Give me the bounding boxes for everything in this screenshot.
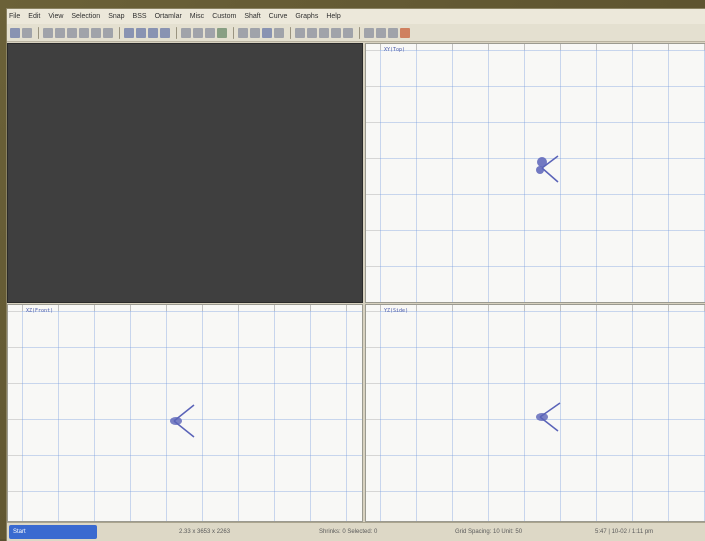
menu-edit[interactable]: Edit [28, 13, 40, 20]
texture-icon[interactable] [388, 27, 398, 38]
toolbar-separator [233, 26, 234, 39]
edge-icon[interactable] [136, 27, 146, 38]
menu-selection[interactable]: Selection [71, 13, 100, 20]
start-button[interactable]: Start [9, 525, 97, 539]
toolbar-separator [176, 26, 177, 39]
array-icon[interactable] [250, 27, 260, 38]
coordinates-readout: 2.33 x 3653 x 2263 [179, 529, 231, 535]
mirror-icon[interactable] [238, 27, 248, 38]
plane-icon[interactable] [331, 27, 341, 38]
toolbar-separator [359, 26, 360, 39]
app-window: File Edit View Selection Snap BSS Ortaml… [6, 8, 705, 541]
lock-icon[interactable] [217, 27, 227, 38]
grid-icon[interactable] [193, 27, 203, 38]
viewport-label: YZ(Side) [384, 308, 409, 314]
snap-icon[interactable] [181, 27, 191, 38]
render-icon[interactable] [364, 27, 374, 38]
axis-icon[interactable] [205, 27, 215, 38]
stop-icon[interactable] [400, 27, 410, 38]
selection-status: Shrinks: 0 Selected: 0 [319, 529, 378, 535]
scale-icon[interactable] [103, 27, 113, 38]
select-icon[interactable] [67, 27, 77, 38]
cone-icon[interactable] [343, 27, 353, 38]
viewport-top[interactable]: XY(Top) [365, 43, 705, 303]
toolbar-separator [119, 26, 120, 39]
viewport-front[interactable]: XZ(Front) [7, 304, 363, 522]
undo-icon[interactable] [43, 27, 53, 38]
cylinder-icon[interactable] [319, 27, 329, 38]
box-icon[interactable] [295, 27, 305, 38]
start-label: Start [13, 529, 26, 535]
redo-icon[interactable] [55, 27, 65, 38]
viewport-label: XY(Top) [384, 47, 406, 53]
menu-custom[interactable]: Custom [212, 13, 236, 20]
model-object[interactable] [530, 397, 570, 437]
viewport-ruler [8, 311, 22, 521]
menu-help[interactable]: Help [326, 13, 340, 20]
menu-bar: File Edit View Selection Snap BSS Ortaml… [7, 9, 705, 24]
model-object[interactable] [164, 401, 204, 441]
new-icon[interactable] [10, 27, 20, 38]
main-toolbar [7, 24, 705, 42]
menu-view[interactable]: View [48, 13, 63, 20]
rotate-icon[interactable] [91, 27, 101, 38]
status-bar: Start 2.33 x 3653 x 2263 Shrinks: 0 Sele… [7, 522, 705, 541]
viewport-ruler [366, 311, 380, 521]
menu-file[interactable]: File [9, 13, 20, 20]
camera-icon[interactable] [262, 27, 272, 38]
menu-snap[interactable]: Snap [108, 13, 124, 20]
menu-misc[interactable]: Misc [190, 13, 204, 20]
menu-ortamlar[interactable]: Ortamlar [155, 13, 182, 20]
menu-bss[interactable]: BSS [133, 13, 147, 20]
face-icon[interactable] [148, 27, 158, 38]
menu-graphs[interactable]: Graphs [295, 13, 318, 20]
viewport-side[interactable]: YZ(Side) [365, 304, 705, 522]
open-icon[interactable] [22, 27, 32, 38]
menu-shaft[interactable]: Shaft [244, 13, 260, 20]
grid-status: Grid Spacing: 10 Unit: 50 [455, 529, 523, 535]
toolbar-separator [38, 26, 39, 39]
move-icon[interactable] [79, 27, 89, 38]
model-object[interactable] [526, 150, 566, 190]
sphere-icon[interactable] [307, 27, 317, 38]
viewport-label: XZ(Front) [26, 308, 54, 314]
viewport-ruler [366, 50, 380, 302]
light-icon[interactable] [274, 27, 284, 38]
menu-curve[interactable]: Curve [269, 13, 288, 20]
clock: 5:47 | 10-02 / 1:11 pm [595, 529, 654, 535]
toolbar-separator [290, 26, 291, 39]
vertex-icon[interactable] [124, 27, 134, 38]
material-icon[interactable] [376, 27, 386, 38]
object-icon[interactable] [160, 27, 170, 38]
viewport-perspective[interactable] [7, 43, 363, 303]
